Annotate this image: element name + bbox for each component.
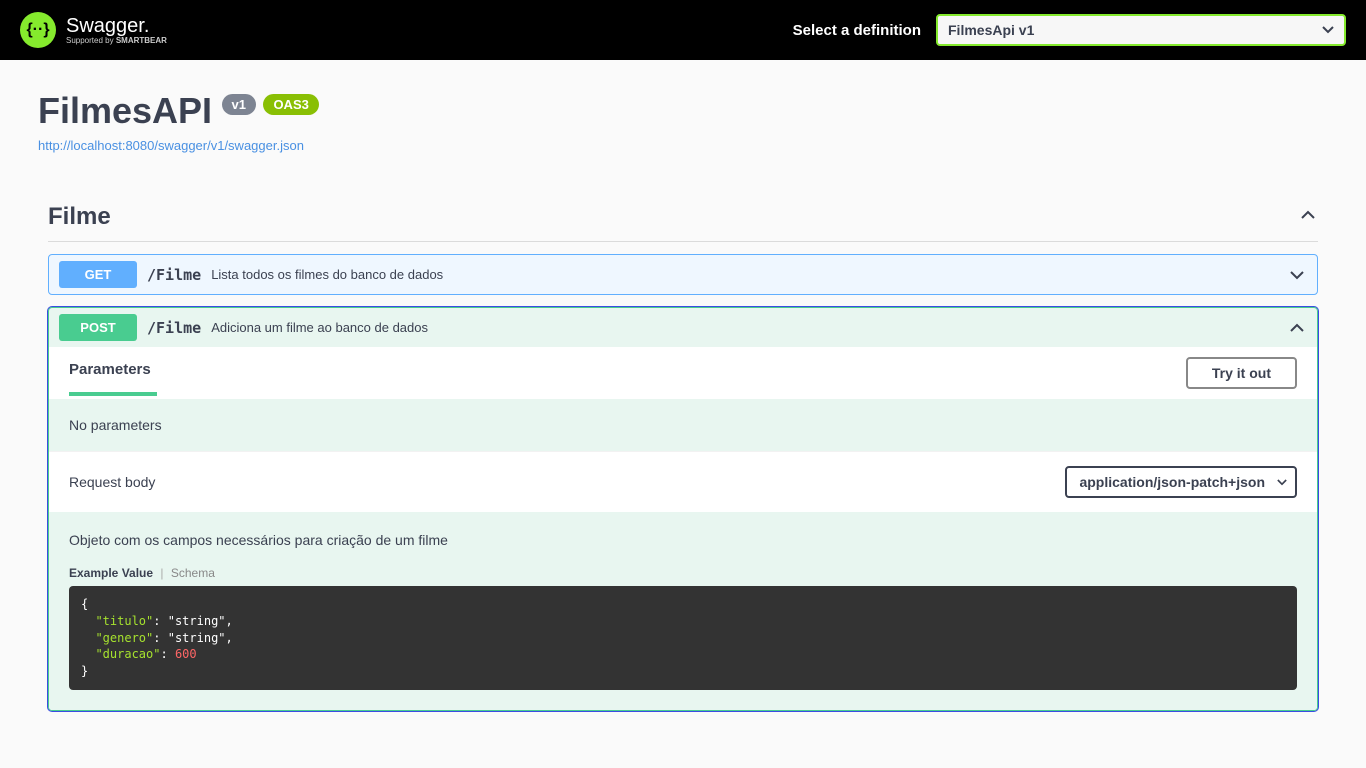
request-body-title: Request body [69, 474, 1065, 490]
operation-path: /Filme [147, 319, 201, 337]
no-parameters-message: No parameters [49, 399, 1317, 451]
request-body-header: Request body application/json-patch+json [49, 451, 1317, 512]
chevron-up-icon [1287, 318, 1307, 338]
tag-header-filme[interactable]: Filme [48, 203, 1318, 242]
logo-text-main: Swagger. [66, 15, 167, 37]
request-body-description: Objeto com os campos necessários para cr… [69, 532, 1297, 548]
definition-select-label: Select a definition [793, 22, 921, 39]
operation-get-filme: GET /Filme Lista todos os filmes do banc… [48, 254, 1318, 295]
schema-tabs: Example Value | Schema [69, 566, 1297, 580]
topbar: {··} Swagger. Supported by SMARTBEAR Sel… [0, 0, 1366, 60]
operation-summary-post[interactable]: POST /Filme Adiciona um filme ao banco d… [49, 308, 1317, 347]
parameters-header: Parameters Try it out [49, 347, 1317, 399]
swagger-logo-icon: {··} [20, 12, 56, 48]
definition-select-value: FilmesApi v1 [948, 22, 1034, 38]
operation-description: Adiciona um filme ao banco de dados [211, 320, 428, 335]
swagger-logo[interactable]: {··} Swagger. Supported by SMARTBEAR [20, 12, 167, 48]
oas-badge: OAS3 [263, 94, 318, 115]
chevron-down-icon [1277, 479, 1287, 486]
operation-summary-get[interactable]: GET /Filme Lista todos os filmes do banc… [49, 255, 1317, 294]
example-value-code[interactable]: { "titulo": "string", "genero": "string"… [69, 586, 1297, 690]
operation-post-filme: POST /Filme Adiciona um filme ao banco d… [48, 307, 1318, 711]
content-type-value: application/json-patch+json [1079, 474, 1265, 490]
operation-path: /Filme [147, 266, 201, 284]
api-info: FilmesAPI v1 OAS3 http://localhost:8080/… [38, 90, 1328, 153]
content-type-select[interactable]: application/json-patch+json [1065, 466, 1297, 498]
chevron-up-icon [1298, 205, 1318, 230]
tab-example-value[interactable]: Example Value [69, 566, 153, 580]
definition-select[interactable]: FilmesApi v1 [936, 14, 1346, 46]
chevron-down-icon [1322, 26, 1334, 34]
try-it-out-button[interactable]: Try it out [1186, 357, 1297, 389]
logo-text-sub: Supported by SMARTBEAR [66, 37, 167, 46]
method-badge-post: POST [59, 314, 137, 341]
parameters-title: Parameters [69, 361, 1186, 386]
operation-description: Lista todos os filmes do banco de dados [211, 267, 443, 282]
version-badge: v1 [222, 94, 256, 115]
chevron-down-icon [1287, 265, 1307, 285]
spec-url-link[interactable]: http://localhost:8080/swagger/v1/swagger… [38, 138, 1328, 153]
api-title: FilmesAPI [38, 90, 212, 132]
tag-name: Filme [48, 203, 1298, 231]
tab-schema[interactable]: Schema [171, 566, 215, 580]
method-badge-get: GET [59, 261, 137, 288]
